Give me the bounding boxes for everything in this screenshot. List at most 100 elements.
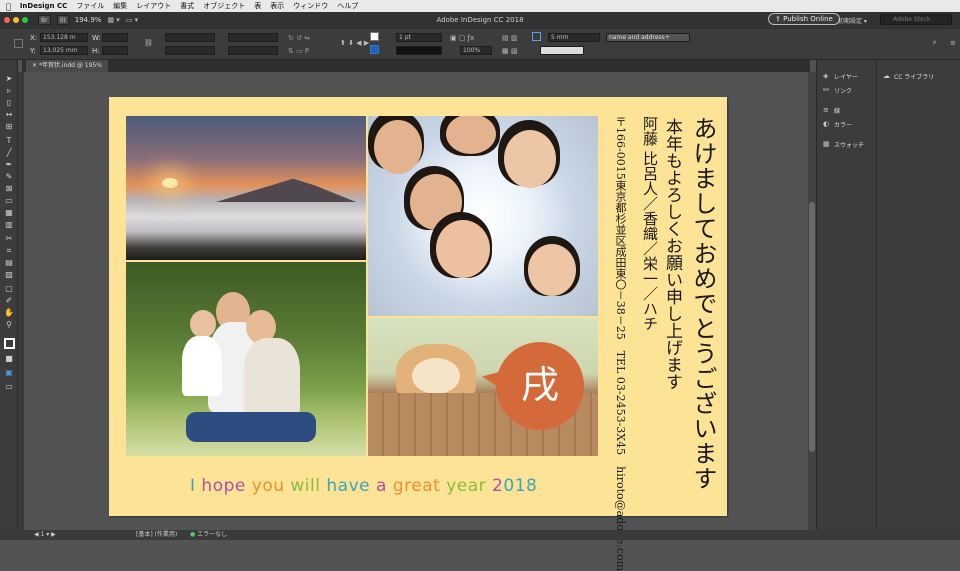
panel-swatches[interactable]: ▦ スウォッチ bbox=[823, 140, 864, 150]
greeting-sub-text[interactable]: 本年もよろしくお願い申し上げます bbox=[660, 118, 685, 390]
zoom-tool-icon[interactable]: ⚲ bbox=[4, 320, 14, 329]
adobe-stock-search[interactable]: Adobe Stock bbox=[880, 14, 952, 25]
menu-object[interactable]: オブジェクト bbox=[203, 1, 245, 11]
gutter-field[interactable]: 5 mm bbox=[548, 33, 600, 42]
free-transform-tool-icon[interactable]: ⌗ bbox=[4, 246, 14, 255]
content-collector-icon[interactable]: ⊞ bbox=[4, 122, 14, 131]
grid-tool-icon[interactable]: ▦ bbox=[4, 208, 14, 217]
direct-selection-tool-icon[interactable]: ▹ bbox=[4, 86, 14, 95]
type-tool-icon[interactable]: T bbox=[4, 136, 14, 145]
shear-field[interactable] bbox=[228, 46, 278, 55]
menu-table[interactable]: 表 bbox=[254, 1, 261, 11]
status-bar: ◀ 1 ▾ ▶ [基本] (作業用) ● エラーなし bbox=[0, 530, 960, 540]
family-names-text[interactable]: 阿藤 比呂人／香織／栄一／ハチ bbox=[640, 116, 661, 331]
text-wrap-field[interactable] bbox=[540, 46, 584, 55]
vertical-scrollbar[interactable] bbox=[808, 72, 816, 530]
publish-online-button[interactable]: ⇪ Publish Online bbox=[768, 13, 840, 25]
x-position-field[interactable]: 153.128 m bbox=[40, 33, 88, 42]
stroke-weight-field[interactable]: 1 pt bbox=[396, 33, 442, 42]
workspace-switcher[interactable]: 初期設定 ▾ bbox=[838, 16, 867, 25]
preview-mode-icon[interactable]: ▭ bbox=[4, 382, 14, 391]
hand-tool-icon[interactable]: ✋ bbox=[4, 308, 14, 317]
zodiac-badge[interactable]: 戌 bbox=[496, 342, 584, 430]
menu-file[interactable]: ファイル bbox=[76, 1, 104, 11]
panel-links[interactable]: ⚯ リンク bbox=[823, 86, 852, 96]
panel-dock: ◈ レイヤー ⚯ リンク ≡ 線 ◐ カラー ▦ スウォッチ ☁ CC ライブラリ bbox=[816, 60, 960, 530]
friends-circle-photo[interactable] bbox=[368, 116, 598, 316]
address-block[interactable]: 〒166-0015東京都杉並区成田東〇－38－25 TEL 03-2453-3X… bbox=[614, 116, 627, 571]
width-field[interactable] bbox=[102, 33, 128, 42]
menu-app-name[interactable]: InDesign CC bbox=[20, 2, 67, 10]
note-tool-icon[interactable]: ▢ bbox=[4, 284, 14, 293]
fill-stroke-swatch-icon[interactable] bbox=[4, 338, 15, 349]
mode-status[interactable]: [基本] (作業用) bbox=[136, 530, 177, 540]
vertical-grid-tool-icon[interactable]: ▥ bbox=[4, 220, 14, 229]
menu-view[interactable]: 表示 bbox=[270, 1, 284, 11]
scissors-tool-icon[interactable]: ✂ bbox=[4, 234, 14, 243]
gradient-feather-tool-icon[interactable]: ▧ bbox=[4, 270, 14, 279]
greeting-main-text[interactable]: あけましておめでとうございます bbox=[686, 116, 721, 491]
rotation-field[interactable] bbox=[228, 33, 278, 42]
flip-icons[interactable]: ⇅ ▭ P bbox=[288, 47, 309, 55]
slogan-word: have bbox=[326, 476, 377, 496]
sun-glow bbox=[162, 178, 178, 188]
sunrise-photo[interactable] bbox=[126, 116, 366, 260]
menu-help[interactable]: ヘルプ bbox=[337, 1, 358, 11]
select-container-icons[interactable]: ⬆ ⬇ ◀ ▶ bbox=[340, 39, 369, 47]
panel-stroke[interactable]: ≡ 線 bbox=[823, 106, 841, 116]
opacity-field[interactable]: 100% bbox=[460, 46, 492, 55]
fill-swatch-icon[interactable] bbox=[370, 32, 379, 41]
reference-point-icon[interactable] bbox=[14, 39, 23, 48]
menu-layout[interactable]: レイアウト bbox=[136, 1, 171, 11]
pen-tool-icon[interactable]: ✒ bbox=[4, 160, 14, 169]
page-navigation[interactable]: ◀ 1 ▾ ▶ bbox=[34, 530, 56, 540]
lightning-icon[interactable]: ⚡ bbox=[932, 39, 937, 47]
links-icon: ⚯ bbox=[823, 86, 829, 94]
apply-color-icon[interactable]: ■ bbox=[4, 354, 14, 363]
scale-x-field[interactable] bbox=[165, 33, 215, 42]
preflight-status[interactable]: ● エラーなし bbox=[190, 530, 227, 540]
document-tab[interactable]: ✕ *年賀状.indd @ 195% bbox=[26, 60, 108, 72]
scrollbar-thumb[interactable] bbox=[809, 202, 815, 452]
close-tab-icon[interactable]: ✕ bbox=[32, 62, 37, 69]
height-field[interactable] bbox=[102, 46, 128, 55]
panel-color[interactable]: ◐ カラー bbox=[823, 120, 852, 130]
english-greeting[interactable]: I hope you will have a great year 2018 bbox=[190, 476, 537, 496]
w-label: W: bbox=[92, 34, 101, 42]
page-tool-icon[interactable]: ▯ bbox=[4, 98, 14, 107]
apple-menu-icon[interactable]:  bbox=[6, 2, 11, 11]
panel-cc-libraries[interactable]: ☁ CC ライブラリ bbox=[883, 72, 935, 82]
rectangle-tool-icon[interactable]: ▭ bbox=[4, 196, 14, 205]
person-face bbox=[374, 120, 422, 174]
stroke-swatch-icon[interactable] bbox=[370, 45, 379, 54]
object-style-dropdown[interactable]: name and address+ bbox=[606, 33, 690, 42]
eyedropper-tool-icon[interactable]: ✐ bbox=[4, 296, 14, 305]
layers-icon: ◈ bbox=[823, 72, 829, 80]
stroke-type-dropdown[interactable] bbox=[396, 46, 442, 55]
family-photo[interactable] bbox=[126, 262, 366, 456]
gap-tool-icon[interactable]: ↔ bbox=[4, 110, 14, 119]
y-position-field[interactable]: 13.025 mm bbox=[40, 46, 88, 55]
fitting-options-icons[interactable]: ▤ ▥ bbox=[502, 34, 517, 42]
normal-mode-icon[interactable]: ▣ bbox=[4, 368, 14, 377]
panel-stroke-label: 線 bbox=[834, 108, 841, 115]
panel-layers[interactable]: ◈ レイヤー bbox=[823, 72, 858, 82]
scale-y-field[interactable] bbox=[165, 46, 215, 55]
fill-frame-icons[interactable]: ▦ ▧ bbox=[502, 47, 517, 55]
rotate-icons[interactable]: ↻ ↺ ⇋ bbox=[288, 34, 310, 42]
panel-menu-icon[interactable]: ≡ bbox=[950, 39, 956, 47]
menu-edit[interactable]: 編集 bbox=[113, 1, 127, 11]
selection-tool-icon[interactable]: ➤ bbox=[4, 74, 14, 83]
menu-window[interactable]: ウィンドウ bbox=[293, 1, 328, 11]
panel-cc-libraries-label: CC ライブラリ bbox=[894, 74, 935, 81]
preflight-ok-icon: ● bbox=[190, 531, 196, 538]
pencil-tool-icon[interactable]: ✎ bbox=[4, 172, 14, 181]
rectangle-frame-tool-icon[interactable]: ⊠ bbox=[4, 184, 14, 193]
jeans bbox=[186, 412, 316, 442]
line-tool-icon[interactable]: ╱ bbox=[4, 148, 14, 157]
frame-fitting-icons[interactable]: ▣ ▢ ƒx bbox=[450, 34, 474, 42]
constrain-proportions-icon[interactable]: ⛓ bbox=[144, 39, 153, 47]
auto-fit-icon[interactable] bbox=[532, 32, 541, 41]
menu-type[interactable]: 書式 bbox=[180, 1, 194, 11]
gradient-swatch-tool-icon[interactable]: ▤ bbox=[4, 258, 14, 267]
